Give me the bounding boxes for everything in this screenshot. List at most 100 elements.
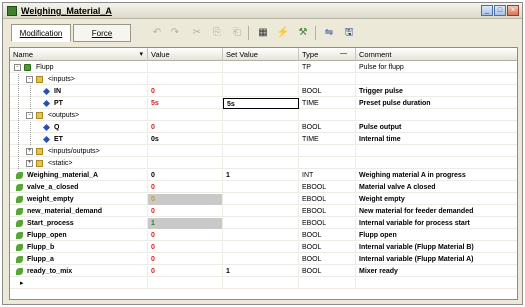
variable-name: new_material_demand <box>27 208 103 215</box>
expand-icon[interactable]: + <box>26 160 33 167</box>
table-row[interactable]: + <inputs/outputs> <box>10 146 517 157</box>
variable-name: PT <box>54 100 63 107</box>
maximize-icon[interactable]: □ <box>494 5 506 16</box>
name-cell[interactable]: IN <box>10 86 148 97</box>
name-cell[interactable]: - Flupp <box>10 62 148 73</box>
name-cell[interactable]: ready_to_mix <box>10 266 148 277</box>
name-cell[interactable]: - <inputs> <box>10 74 148 85</box>
name-cell[interactable]: - <outputs> <box>10 110 148 121</box>
set-value-cell[interactable]: 1 <box>223 266 299 277</box>
table-row[interactable]: + <static> <box>10 158 517 169</box>
name-cell[interactable]: ET <box>10 134 148 145</box>
undo-icon[interactable]: ↶ <box>151 27 163 39</box>
column-header-type[interactable]: Type — <box>299 48 356 61</box>
tools-icon[interactable]: ⚒ <box>297 27 309 39</box>
collapse-icon[interactable]: - <box>14 64 21 71</box>
name-cell[interactable]: Flupp_open <box>10 230 148 241</box>
name-cell[interactable]: + <static> <box>10 158 148 169</box>
table-row[interactable]: - <inputs> <box>10 74 517 85</box>
comment-cell: Trigger pulse <box>359 88 403 95</box>
set-value-cell[interactable] <box>223 110 299 121</box>
table-row[interactable]: ▸ <box>10 278 517 289</box>
table-row[interactable]: - Flupp TP Pulse for flupp <box>10 62 517 73</box>
set-value-cell[interactable] <box>223 218 299 229</box>
name-cell[interactable]: Start_process <box>10 218 148 229</box>
column-header-comment[interactable]: Comment <box>356 48 517 61</box>
table-row[interactable]: - <outputs> <box>10 110 517 121</box>
set-value-cell[interactable] <box>223 242 299 253</box>
column-header-value[interactable]: Value <box>148 48 223 61</box>
set-value-cell[interactable] <box>223 278 299 289</box>
name-cell[interactable]: valve_a_closed <box>10 182 148 193</box>
value-cell: 0s <box>148 134 223 145</box>
variable-name: Flupp <box>36 64 54 71</box>
value-cell: 1 <box>148 218 223 229</box>
table-row[interactable]: Start_process 1 EBOOL Internal variable for… <box>10 218 517 229</box>
save-icon[interactable]: 🖫 <box>343 27 355 39</box>
paste-icon[interactable]: ⎗ <box>231 27 243 39</box>
table-row[interactable]: Weighing_material_A 0 1 INT Weighing materia… <box>10 170 517 181</box>
table-row[interactable]: valve_a_closed 0 EBOOL Material valve A clo… <box>10 182 517 193</box>
table-row[interactable]: Flupp_a 0 BOOL Internal variable (Flupp Mat… <box>10 254 517 265</box>
close-icon[interactable]: × <box>507 5 519 16</box>
collapse-icon[interactable]: - <box>26 76 33 83</box>
name-cell[interactable]: Flupp_a <box>10 254 148 265</box>
variable-table: Name ▾ Value Set Value Type — Comment - Flu… <box>9 47 518 300</box>
name-cell[interactable]: + <inputs/outputs> <box>10 146 148 157</box>
column-header-set-value[interactable]: Set Value <box>223 48 299 61</box>
table-row[interactable]: PT 5s 5s TIME Preset pulse duration <box>10 98 517 109</box>
redo-icon[interactable]: ↷ <box>169 27 181 39</box>
name-cell[interactable]: PT <box>10 98 148 109</box>
collapse-icon[interactable]: - <box>26 112 33 119</box>
copy-icon[interactable]: ⎘ <box>211 27 223 39</box>
set-value-cell[interactable] <box>223 182 299 193</box>
set-value-cell[interactable] <box>223 62 299 73</box>
cut-icon[interactable]: ✂ <box>191 27 203 39</box>
table-row[interactable]: ET 0s TIME Internal time <box>10 134 517 145</box>
set-value-cell[interactable] <box>223 134 299 145</box>
name-cell[interactable]: Q <box>10 122 148 133</box>
set-value-cell[interactable]: 1 <box>223 170 299 181</box>
set-value-cell[interactable] <box>223 206 299 217</box>
minimize-icon[interactable]: _ <box>481 5 493 16</box>
variable-leaf-icon <box>16 232 23 239</box>
set-value-cell[interactable] <box>223 122 299 133</box>
table-row[interactable]: IN 0 BOOL Trigger pulse <box>10 86 517 97</box>
column-header-name[interactable]: Name ▾ <box>10 48 148 61</box>
comment-cell: Weighing material A in progress <box>359 172 466 179</box>
set-value-cell[interactable] <box>223 194 299 205</box>
value-cell: 5s <box>148 98 223 109</box>
set-value-cell[interactable] <box>223 254 299 265</box>
set-value-cell[interactable] <box>223 158 299 169</box>
table-row[interactable]: Flupp_open 0 BOOL Flupp open <box>10 230 517 241</box>
name-cell[interactable]: weight_empty <box>10 194 148 205</box>
set-value-cell[interactable] <box>223 86 299 97</box>
value-cell <box>148 146 223 157</box>
set-value-cell[interactable] <box>223 74 299 85</box>
tree-guide-line <box>18 110 19 121</box>
variable-name: Flupp_open <box>27 232 67 239</box>
tab-modification[interactable]: Modification <box>11 24 71 42</box>
value-cell: 0 <box>148 122 223 133</box>
tab-force[interactable]: Force <box>73 24 131 42</box>
table-row[interactable]: Q 0 BOOL Pulse output <box>10 122 517 133</box>
set-value-cell[interactable] <box>223 146 299 157</box>
table-row[interactable]: Flupp_b 0 BOOL Internal variable (Flupp Mat… <box>10 242 517 253</box>
expand-icon[interactable]: + <box>26 148 33 155</box>
table-row[interactable]: ready_to_mix 0 1 BOOL Mixer ready <box>10 266 517 277</box>
flash-icon[interactable]: ⚡ <box>277 27 289 39</box>
name-cell[interactable]: Flupp_b <box>10 242 148 253</box>
name-cell[interactable]: new_material_demand <box>10 206 148 217</box>
table-row[interactable]: new_material_demand 0 EBOOL New material fo… <box>10 206 517 217</box>
set-value-input[interactable]: 5s <box>223 98 299 109</box>
toolbar-separator <box>248 26 249 40</box>
table-header: Name ▾ Value Set Value Type — Comment <box>10 48 517 61</box>
new-row-marker-icon: ▸ <box>20 280 24 287</box>
table-icon[interactable]: ▦ <box>257 27 269 39</box>
comment-cell <box>356 158 517 169</box>
name-cell[interactable]: ▸ <box>10 278 148 289</box>
network-icon[interactable]: ⇋ <box>323 27 335 39</box>
table-row[interactable]: weight_empty 0 EBOOL Weight empty <box>10 194 517 205</box>
name-cell[interactable]: Weighing_material_A <box>10 170 148 181</box>
set-value-cell[interactable] <box>223 230 299 241</box>
